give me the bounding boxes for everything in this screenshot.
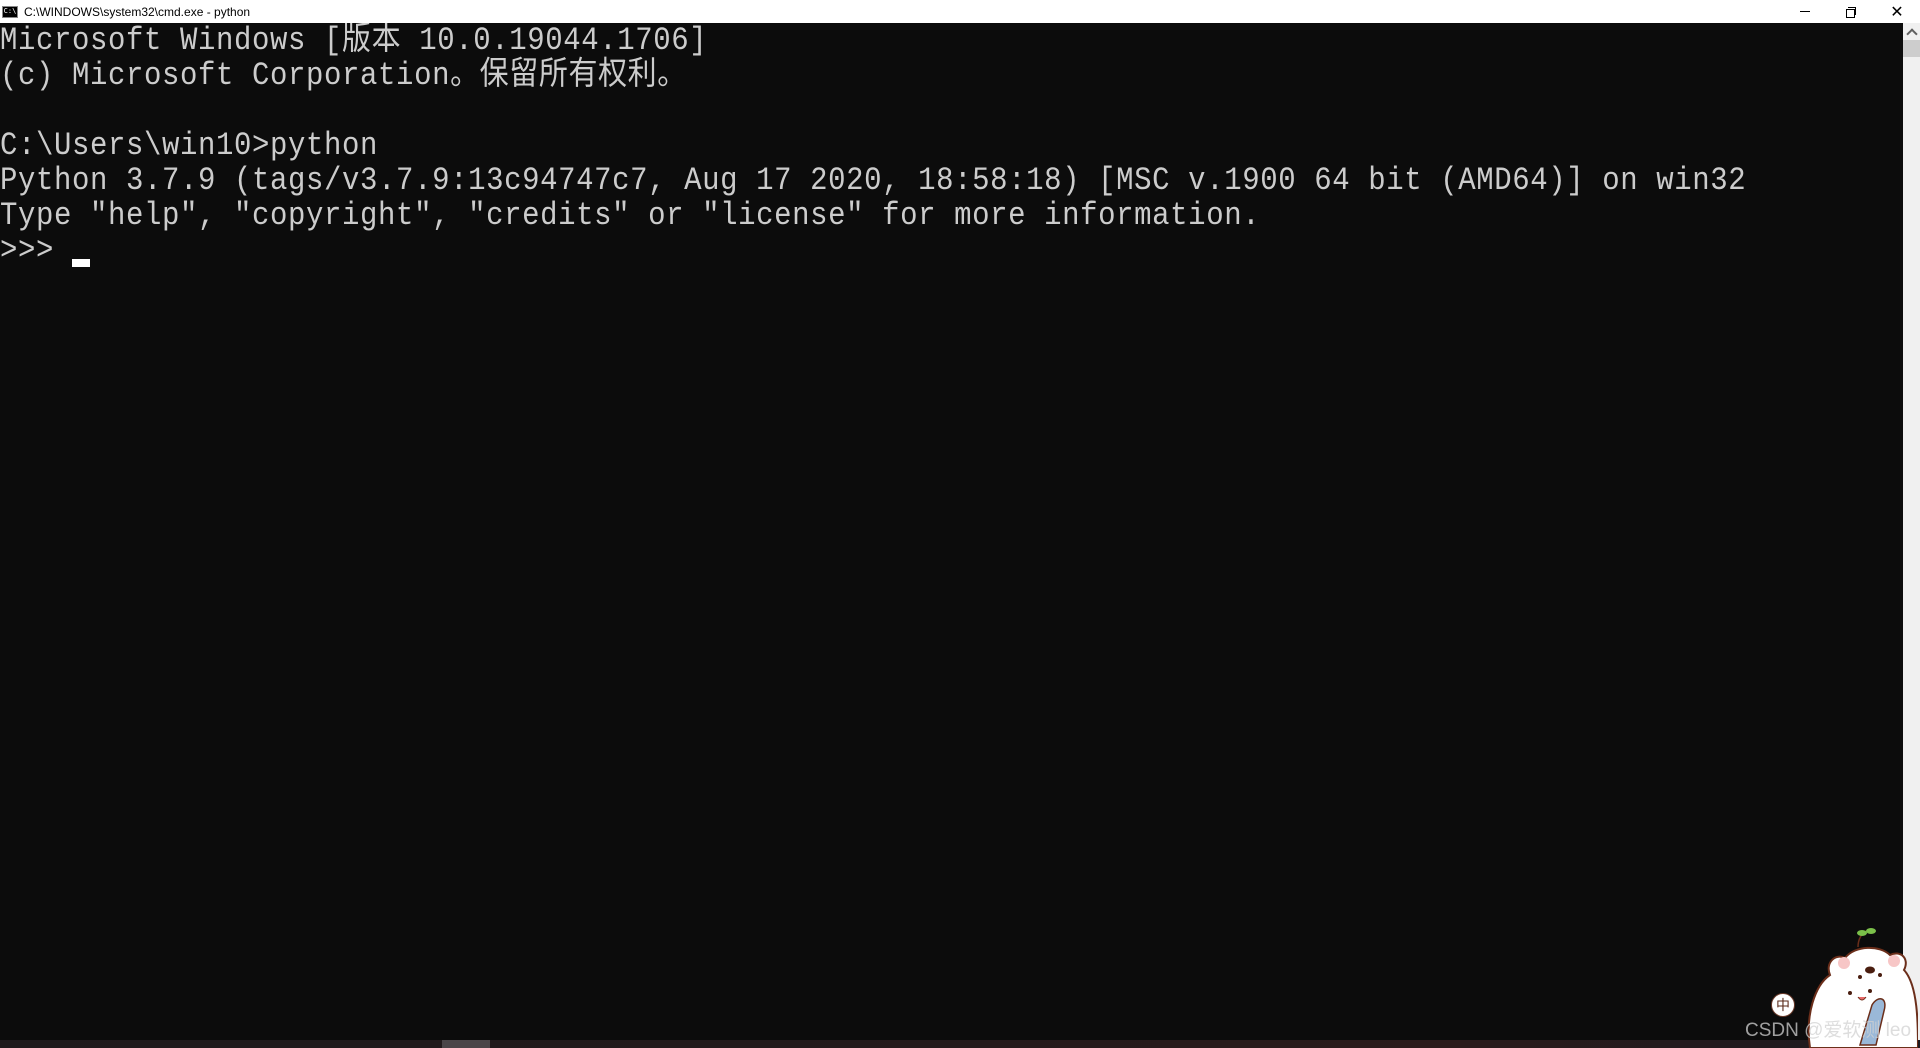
- restore-button[interactable]: [1828, 0, 1874, 23]
- console-line: Microsoft Windows [版本 10.0.19044.1706]: [0, 23, 708, 59]
- window-title: C:\WINDOWS\system32\cmd.exe - python: [24, 4, 251, 19]
- close-icon: ✕: [1890, 1, 1904, 21]
- title-bar[interactable]: C:\ C:\WINDOWS\system32\cmd.exe - python…: [0, 0, 1920, 23]
- console-output[interactable]: Microsoft Windows [版本 10.0.19044.1706] (…: [0, 23, 1903, 1040]
- vertical-scrollbar[interactable]: [1903, 23, 1920, 1040]
- close-button[interactable]: ✕: [1874, 0, 1920, 23]
- console-line: Python 3.7.9 (tags/v3.7.9:13c94747c7, Au…: [0, 162, 1747, 199]
- console-line: C:\Users\win10>python: [0, 127, 379, 164]
- window-controls: ✕: [1782, 0, 1920, 23]
- text-cursor: [72, 259, 90, 267]
- scrollbar-thumb[interactable]: [1903, 40, 1920, 57]
- restore-icon: [1846, 6, 1856, 18]
- taskbar: [0, 1040, 1920, 1048]
- python-prompt[interactable]: >>>: [0, 231, 72, 270]
- cmd-app-icon[interactable]: C:\: [2, 5, 18, 18]
- console-line: (c) Microsoft Corporation。保留所有权利。: [0, 57, 687, 94]
- minimize-button[interactable]: [1782, 0, 1828, 23]
- console-line: Type "help", "copyright", "credits" or "…: [0, 197, 1261, 234]
- csdn-watermark: CSDN @爱软测 leo: [1745, 1020, 1912, 1041]
- ime-indicator[interactable]: 中: [1771, 993, 1795, 1017]
- minimize-icon: [1800, 11, 1810, 12]
- taskbar-item[interactable]: [442, 1040, 490, 1048]
- chevron-up-icon: [1905, 27, 1918, 40]
- scroll-up-button[interactable]: [1903, 23, 1920, 40]
